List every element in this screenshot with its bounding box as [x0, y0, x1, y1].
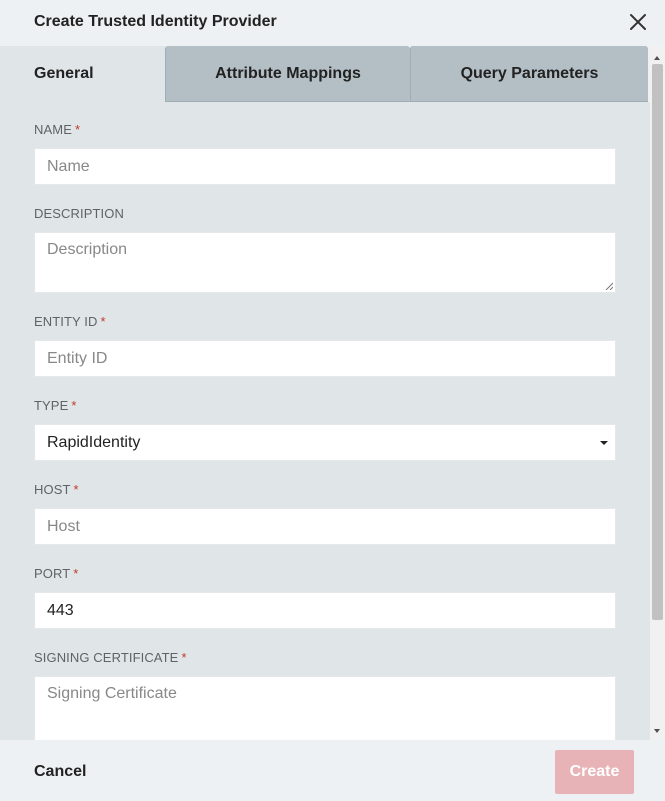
type-selected-value: RapidIdentity	[47, 434, 141, 451]
form-body: NAME * Name DESCRIPTION Description ENTIT…	[0, 102, 650, 740]
dialog-footer: Cancel Create	[0, 740, 665, 801]
tab-bar: General Attribute Mappings Query Paramet…	[0, 46, 650, 102]
signing-certificate-label: SIGNING CERTIFICATE *	[34, 650, 187, 665]
scrollbar-thumb[interactable]	[652, 64, 663, 620]
description-textarea[interactable]: Description	[34, 232, 616, 293]
create-identity-provider-dialog: Create Trusted Identity Provider General…	[0, 0, 665, 801]
scroll-down-icon[interactable]	[654, 729, 660, 733]
signing-certificate-placeholder: Signing Certificate	[47, 685, 177, 702]
signing-certificate-textarea[interactable]: Signing Certificate	[34, 676, 616, 740]
required-marker: *	[74, 122, 81, 137]
dialog-header: Create Trusted Identity Provider	[0, 0, 665, 46]
resize-grip-icon[interactable]	[605, 282, 613, 290]
tab-query-parameters[interactable]: Query Parameters	[410, 46, 648, 102]
required-marker: *	[73, 482, 79, 497]
name-input[interactable]: Name	[34, 148, 616, 185]
port-input[interactable]: 443	[34, 592, 616, 629]
tab-general[interactable]: General	[0, 46, 165, 102]
cancel-button[interactable]: Cancel	[34, 763, 86, 781]
tab-attribute-mappings[interactable]: Attribute Mappings	[165, 46, 410, 102]
scroll-up-icon[interactable]	[654, 56, 660, 60]
required-marker: *	[71, 398, 77, 413]
description-placeholder: Description	[47, 241, 128, 258]
host-label: HOST *	[34, 482, 79, 497]
required-marker: *	[100, 314, 106, 329]
create-button[interactable]: Create	[555, 750, 634, 794]
tab-attribute-mappings-label: Attribute Mappings	[215, 64, 361, 82]
entity-id-label: ENTITY ID *	[34, 314, 106, 329]
type-select[interactable]: RapidIdentity	[34, 424, 616, 461]
description-label: DESCRIPTION	[34, 206, 124, 221]
port-label: PORT *	[34, 566, 79, 581]
dialog-title: Create Trusted Identity Provider	[34, 13, 277, 30]
name-label: NAME *	[34, 122, 81, 137]
type-label: TYPE *	[34, 398, 77, 413]
caret-down-icon	[600, 441, 608, 445]
entity-id-input[interactable]: Entity ID	[34, 340, 616, 377]
close-icon[interactable]	[626, 10, 650, 34]
tab-query-parameters-label: Query Parameters	[460, 64, 599, 82]
tab-general-label: General	[34, 65, 94, 82]
required-marker: *	[181, 650, 187, 665]
required-marker: *	[73, 566, 79, 581]
scrollbar[interactable]	[650, 46, 665, 740]
host-input[interactable]: Host	[34, 508, 616, 545]
